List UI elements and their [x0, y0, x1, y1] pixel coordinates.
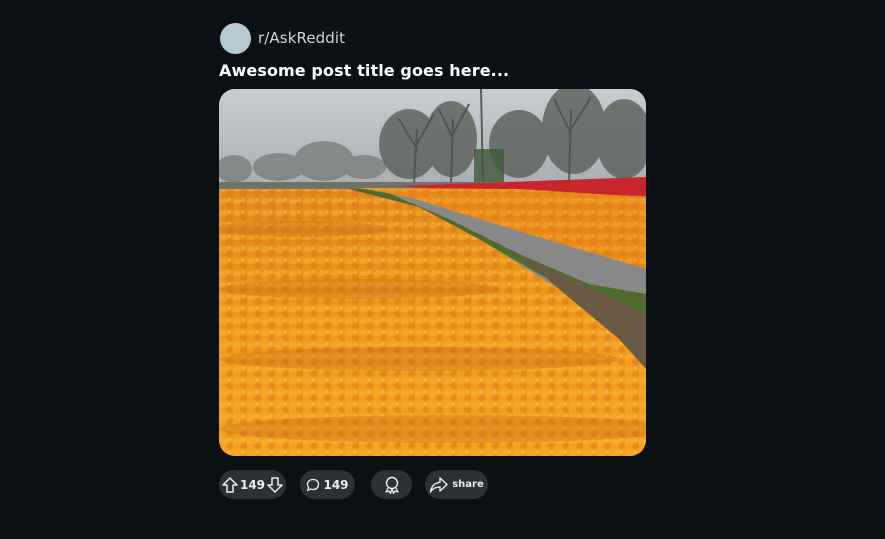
subreddit-avatar[interactable] [220, 22, 251, 54]
downvote-arrow-icon[interactable] [266, 476, 284, 494]
post-title[interactable]: Awesome post title goes here... [219, 61, 647, 80]
tulip-field-image [219, 89, 646, 456]
share-label: share [452, 479, 484, 490]
vote-bar: 149 [219, 470, 286, 499]
post-header: r/AskReddit [219, 22, 647, 54]
share-arrow-icon [429, 476, 449, 494]
comment-bubble-icon [306, 478, 320, 492]
upvote-arrow-icon[interactable] [221, 476, 239, 494]
comment-count: 149 [323, 477, 349, 492]
post-card: r/AskReddit Awesome post title goes here… [219, 22, 647, 499]
share-button[interactable]: share [425, 470, 488, 499]
award-icon [382, 475, 402, 495]
award-button[interactable] [371, 470, 412, 499]
comments-button[interactable]: 149 [300, 470, 355, 499]
post-actions: 149 149 share [219, 470, 647, 499]
subreddit-name[interactable]: r/AskReddit [258, 29, 345, 47]
vote-count: 149 [239, 477, 266, 492]
post-image[interactable] [219, 89, 646, 456]
